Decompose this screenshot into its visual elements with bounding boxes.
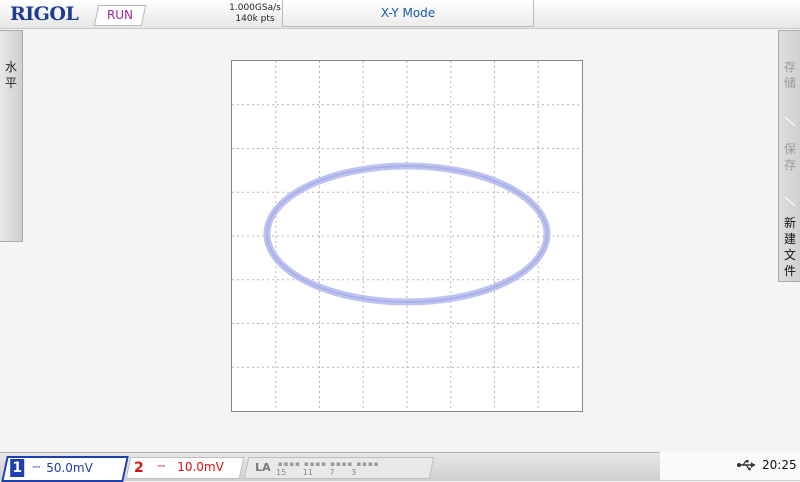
softkey-new-file[interactable]: 新建文件 (779, 215, 800, 279)
ch2-number: 2 (134, 460, 144, 476)
right-softkey-menu: 存储 保存 新建文件 (778, 30, 800, 282)
la-channel-numbers: 15 11 7 3 (276, 468, 357, 477)
ch2-coupling-icon: ⎓ (157, 461, 166, 472)
acquisition-info: 1.000GSa/s 140k pts (228, 3, 282, 25)
horizontal-menu-label: 水平 (4, 60, 17, 90)
ch1-coupling-icon: ⎓ (32, 462, 41, 473)
softkey-divider (784, 116, 796, 127)
ch1-scale: 50.0mV (46, 461, 93, 475)
mode-title: X-Y Mode (380, 6, 436, 20)
top-bar: RIGOL RUN 1.000GSa/s 140k pts X-Y Mode (0, 0, 800, 29)
memory-depth: 140k pts (235, 14, 275, 24)
la-label: LA (255, 461, 271, 474)
ch2-status[interactable]: 2 ⎓ 10.0mV (125, 457, 245, 479)
sample-rate: 1.000GSa/s (229, 3, 281, 13)
softkey-divider (784, 196, 796, 207)
logic-analyzer-status[interactable]: LA ▪▪▪▪ ▪▪▪▪ ▪▪▪▪ ▪▪▪▪ 15 11 7 3 (243, 457, 435, 479)
ch1-number: 1 (10, 459, 25, 477)
run-stop-indicator[interactable]: RUN (93, 5, 147, 26)
usb-icon (736, 458, 756, 475)
softkey-save[interactable]: 保存 (779, 141, 800, 173)
xy-graticule (232, 61, 582, 411)
mode-title-box: X-Y Mode (282, 0, 534, 27)
xy-display (231, 60, 583, 412)
ch1-status[interactable]: 1 ⎓ 50.0mV (1, 456, 129, 482)
brand-logo: RIGOL (10, 3, 79, 25)
clock: 20:25 (762, 458, 797, 472)
run-status-label: RUN (106, 8, 134, 22)
ch2-scale: 10.0mV (177, 460, 224, 474)
horizontal-menu-tab[interactable]: 水平 (0, 30, 23, 242)
softkey-storage[interactable]: 存储 (779, 59, 800, 91)
la-channel-dots: ▪▪▪▪ ▪▪▪▪ ▪▪▪▪ ▪▪▪▪ (277, 460, 380, 468)
